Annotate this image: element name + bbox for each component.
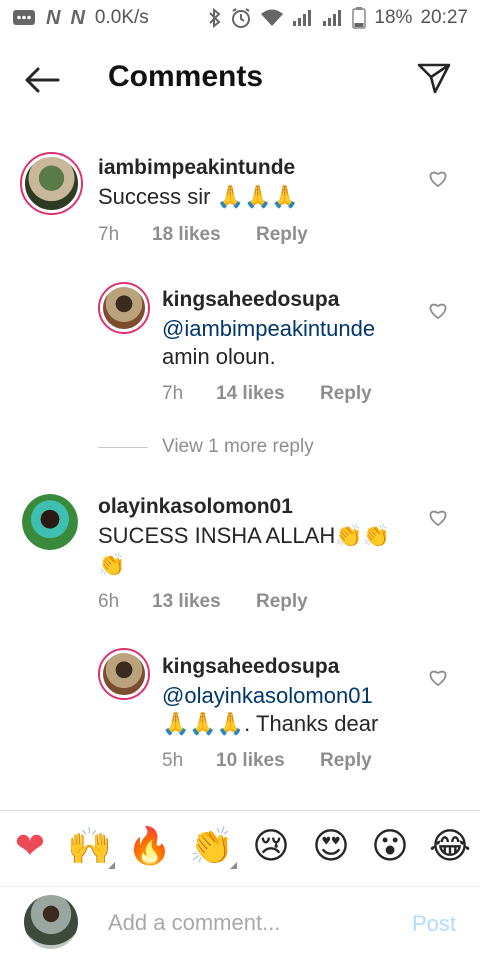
comment-username[interactable]: iambimpeakintunde [98, 156, 295, 180]
comment-time: 7h [162, 383, 184, 404]
comment-composer: Post [0, 886, 480, 960]
heart-outline-icon [429, 171, 447, 188]
n-network-icon-2: N [70, 6, 85, 29]
comment-meta: 5h 10 likes Reply [162, 750, 372, 772]
comment-username[interactable]: olayinkasolomon01 [98, 495, 293, 519]
like-heart-button[interactable] [428, 302, 450, 324]
paper-plane-icon [417, 63, 451, 94]
comment-text: SUCESS INSHA ALLAH👏👏 [98, 523, 390, 548]
alarm-icon [230, 7, 252, 29]
comment-likes[interactable]: 13 likes [152, 591, 256, 613]
comment-input[interactable] [108, 905, 388, 941]
fire-emoji-button[interactable]: 🔥 [127, 825, 172, 869]
signal-icon-2 [322, 9, 344, 27]
comment-likes[interactable]: 10 likes [216, 750, 320, 772]
comment-time: 6h [98, 591, 120, 612]
avatar[interactable] [20, 152, 83, 215]
share-button[interactable] [416, 60, 452, 96]
raising-hands-emoji: 🙌 [67, 826, 112, 867]
clapping-hands-emoji: 👏 [189, 826, 234, 867]
comment-text: Success sir 🙏🙏🙏 [98, 184, 299, 209]
heart-outline-icon [429, 510, 447, 527]
comment-username[interactable]: kingsaheedosupa [162, 288, 339, 312]
battery-percent: 18% [374, 7, 413, 28]
status-bar: N N 0.0K/s 18% 20:27 [0, 0, 480, 36]
view-more-label: View 1 more reply [162, 436, 314, 457]
crying-face-emoji-button[interactable]: 😢 [249, 825, 293, 869]
heart-eyes-emoji-button[interactable]: 😍 [309, 825, 353, 869]
battery-icon [352, 7, 367, 29]
skin-tone-indicator-icon [108, 862, 115, 869]
arrow-left-icon [25, 67, 60, 93]
comment-time: 5h [162, 750, 184, 771]
comment-meta: 6h 13 likes Reply [98, 591, 308, 613]
clapping-hands-emoji-button[interactable]: 👏 [189, 825, 237, 869]
n-network-icon: N [46, 6, 61, 29]
wifi-icon [260, 8, 284, 28]
comment-mention[interactable]: @iambimpeakintunde [162, 314, 375, 343]
page-title: Comments [108, 60, 264, 93]
network-speed: 0.0K/s [94, 7, 149, 28]
comment-meta: 7h 14 likes Reply [162, 383, 372, 405]
like-heart-button[interactable] [428, 170, 450, 192]
heart-outline-icon [429, 303, 447, 320]
avatar[interactable] [98, 282, 150, 334]
skin-tone-indicator-icon [230, 862, 237, 869]
emoji-quick-bar: ❤ 🙌 🔥 👏 😢 😍 😮 😂 [0, 810, 480, 886]
post-button[interactable]: Post [412, 911, 456, 937]
comment-likes[interactable]: 18 likes [152, 224, 256, 246]
my-avatar [24, 895, 78, 949]
view-more-replies[interactable]: View 1 more reply [98, 436, 314, 458]
comment-username[interactable]: kingsaheedosupa [162, 655, 339, 679]
reply-button[interactable]: Reply [256, 591, 308, 613]
comments-header: Comments [0, 44, 480, 116]
comment-likes[interactable]: 14 likes [216, 383, 320, 405]
red-heart-emoji-button[interactable]: ❤ [8, 825, 52, 869]
raising-hands-emoji-button[interactable]: 🙌 [67, 825, 115, 869]
heart-outline-icon [429, 670, 447, 687]
comment-mention[interactable]: @olayinkasolomon01 [162, 681, 373, 710]
reply-button[interactable]: Reply [320, 383, 372, 405]
avatar[interactable] [22, 494, 78, 550]
like-heart-button[interactable] [428, 669, 450, 691]
surprised-face-emoji-button[interactable]: 😮 [368, 825, 412, 869]
divider [98, 446, 148, 448]
like-heart-button[interactable] [428, 509, 450, 531]
back-button[interactable] [22, 62, 62, 98]
messages-icon [12, 8, 36, 28]
comment-text: 🙏🙏🙏. Thanks dear [162, 711, 379, 736]
comment-text: amin oloun. [162, 344, 276, 369]
signal-icon [292, 9, 314, 27]
bluetooth-icon [208, 8, 222, 28]
avatar[interactable] [98, 648, 150, 700]
comment-time: 7h [98, 224, 120, 245]
reply-button[interactable]: Reply [320, 750, 372, 772]
comment-text-continued: 👏 [98, 552, 126, 577]
clock: 20:27 [420, 7, 468, 28]
tears-of-joy-emoji-button[interactable]: 😂 [428, 825, 472, 869]
reply-button[interactable]: Reply [256, 224, 308, 246]
comment-meta: 7h 18 likes Reply [98, 224, 308, 246]
